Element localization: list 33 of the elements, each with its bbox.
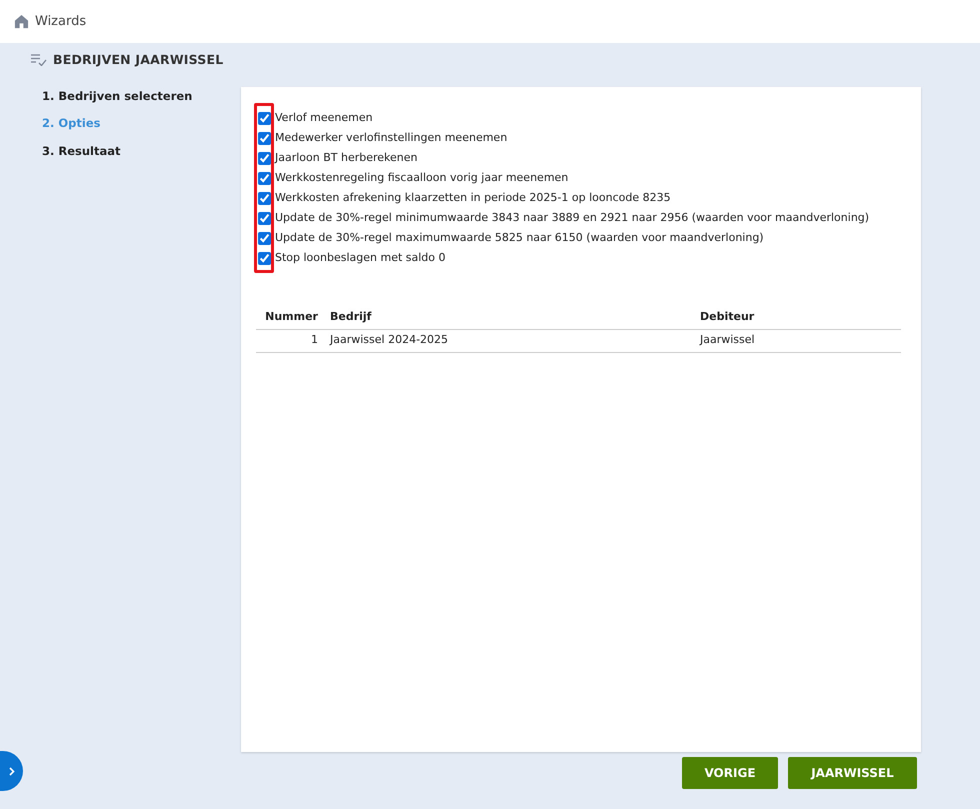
- home-icon[interactable]: [14, 14, 29, 29]
- option-label: Update de 30%-regel minimumwaarde 3843 naar 3889 en 2921 naar 2956 (waarden voor maandverloning): [275, 210, 870, 226]
- expand-toggle[interactable]: [0, 751, 23, 791]
- option-label: Medewerker verlofinstellingen meenemen: [275, 130, 508, 146]
- nav-button[interactable]: JAARWISSEL: [788, 757, 917, 789]
- table-cell: Jaarwissel: [694, 329, 901, 352]
- option-checkbox[interactable]: [258, 252, 271, 264]
- option-checkbox[interactable]: [258, 112, 271, 124]
- option-checkbox[interactable]: [258, 152, 271, 164]
- wizard-step[interactable]: 2. Opties: [42, 115, 241, 132]
- column-header: Bedrijf: [324, 306, 694, 329]
- option-label: Werkkosten afrekening klaarzetten in periode 2025-1 op looncode 8235: [275, 190, 671, 206]
- option-label: Stop loonbeslagen met saldo 0: [275, 250, 446, 266]
- column-header: Debiteur: [694, 306, 901, 329]
- wizard-step[interactable]: 3. Resultaat: [42, 142, 241, 160]
- chevron-right-icon: [8, 766, 14, 776]
- table-cell: 1: [256, 329, 324, 352]
- option-checkbox[interactable]: [258, 212, 271, 224]
- column-header: Nummer: [256, 306, 324, 329]
- table-cell: Jaarwissel 2024-2025: [324, 329, 694, 352]
- nav-button[interactable]: VORIGE: [682, 757, 778, 789]
- wizard-step[interactable]: 1. Bedrijven selecteren: [42, 88, 241, 106]
- option-label: Verlof meenemen: [275, 110, 373, 126]
- option-checkbox[interactable]: [258, 192, 271, 204]
- option-label: Update de 30%-regel maximumwaarde 5825 naar 6150 (waarden voor maandverloning): [275, 230, 764, 246]
- option-checkbox[interactable]: [258, 232, 271, 244]
- wizard-title: BEDRIJVEN JAARWISSEL: [53, 50, 224, 69]
- option-label: Jaarloon BT herberekenen: [275, 150, 418, 166]
- checklist-icon: [31, 54, 47, 66]
- option-checkbox[interactable]: [258, 132, 271, 144]
- option-label: Werkkostenregeling fiscaalloon vorig jaar meenemen: [275, 170, 568, 186]
- page-title: Wizards: [35, 12, 86, 31]
- option-checkbox[interactable]: [258, 172, 271, 184]
